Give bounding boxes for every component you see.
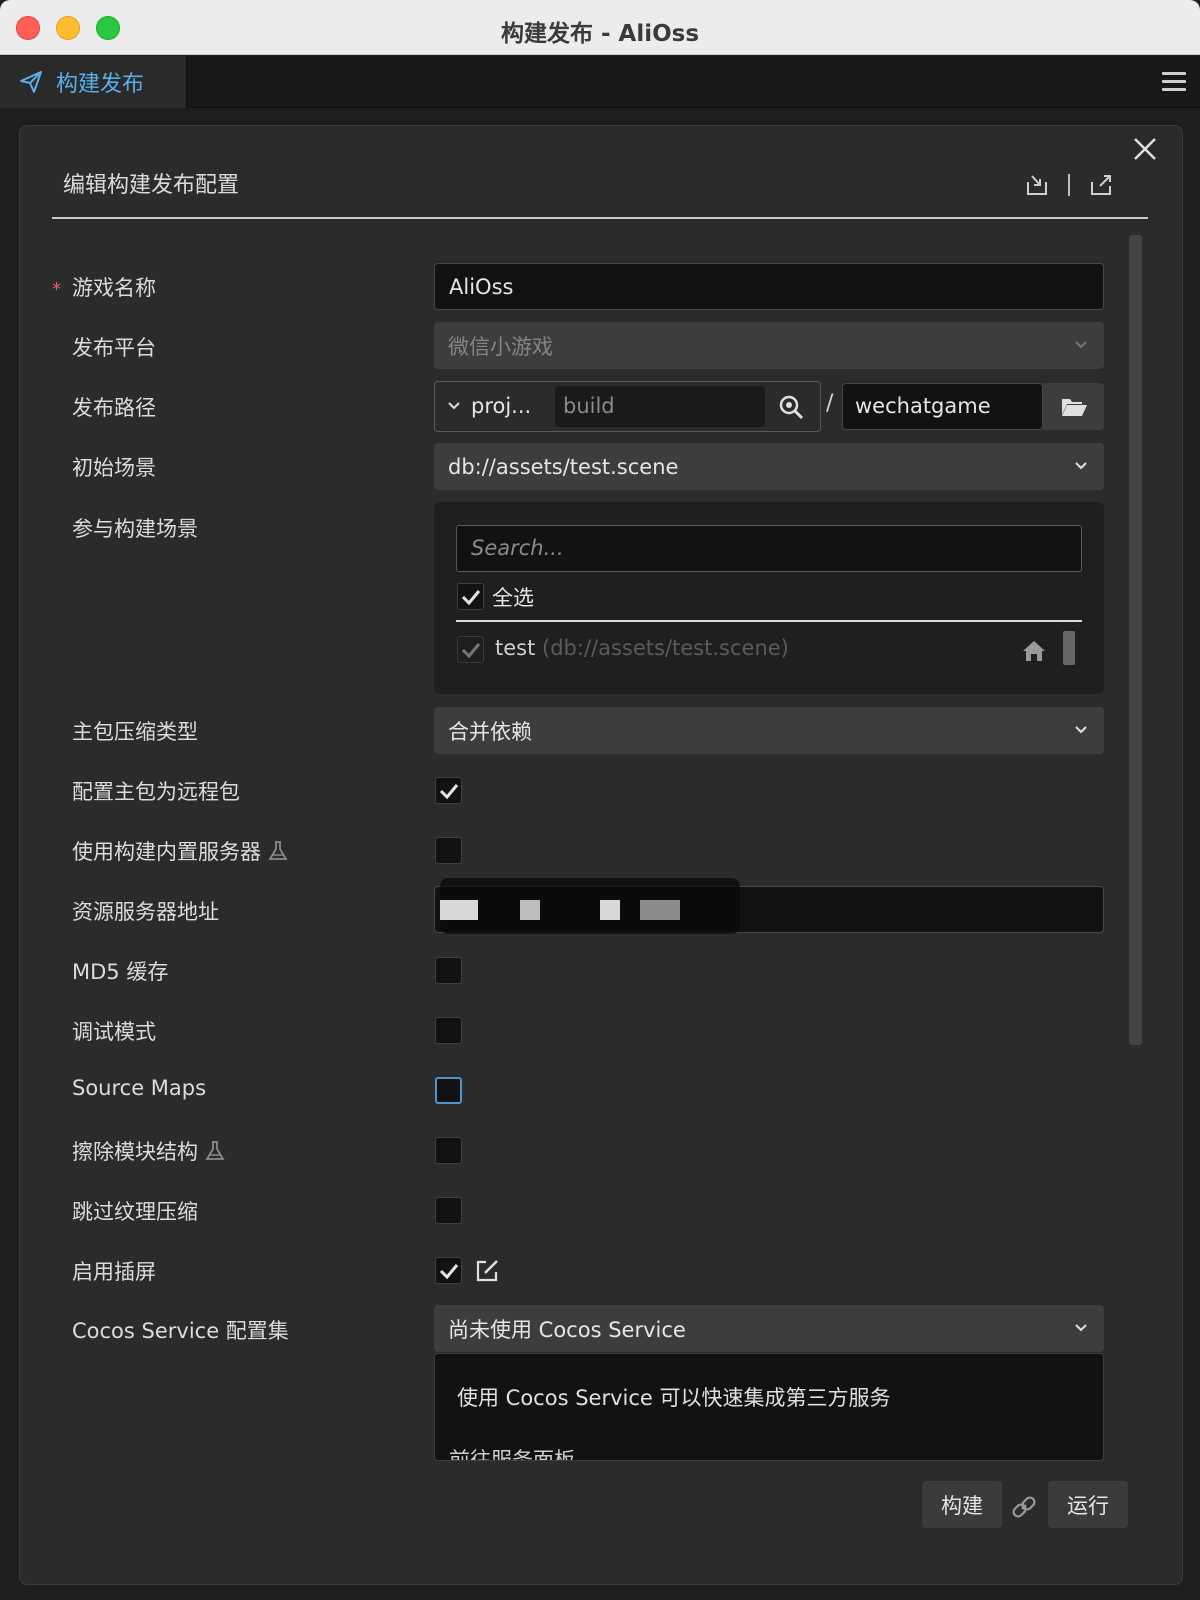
path-root-selector[interactable]: proj... build [434,381,821,432]
path-prefix-label: proj... [471,394,532,418]
remote-main-label: 配置主包为远程包 [72,780,240,804]
cocos-service-info: 使用 Cocos Service 可以快速集成第三方服务 [457,1386,891,1410]
run-button[interactable]: 运行 [1048,1481,1128,1528]
required-mark: * [52,279,61,300]
panel-title: 编辑构建发布配置 [63,173,240,198]
tab-build-publish[interactable]: 构建发布 [0,56,187,108]
build-button[interactable]: 构建 [922,1481,1002,1528]
redaction-block [440,900,478,920]
compression-label: 主包压缩类型 [72,720,198,744]
link-icon[interactable] [1010,1493,1038,1521]
path-name-input[interactable]: wechatgame [842,383,1043,430]
scene-list-scrollbar[interactable] [1063,631,1075,665]
source-maps-checkbox[interactable] [435,1077,462,1104]
path-label: 发布路径 [72,396,156,420]
remote-main-checkbox[interactable] [435,777,462,804]
window-title: 构建发布 - AliOss [500,21,700,47]
chevron-down-icon [1075,726,1087,734]
header-separator [1068,174,1070,196]
scene-item[interactable]: test (db://assets/test.scene) [495,636,789,660]
redaction-block [520,900,540,920]
open-folder-button[interactable] [1043,383,1104,430]
path-folder-input[interactable]: build [555,386,765,427]
cocos-service-label: Cocos Service 配置集 [72,1319,289,1343]
splash-checkbox[interactable] [435,1257,462,1284]
builtin-server-label: 使用构建内置服务器 [72,840,261,864]
erase-modules-row-label: 擦除模块结构 [72,1136,226,1166]
skip-texture-checkbox[interactable] [435,1197,462,1224]
hamburger-menu-icon[interactable] [1162,72,1186,92]
checkmark-icon [439,1264,459,1280]
paper-plane-icon [20,71,42,93]
header-divider [52,217,1148,219]
start-scene-select[interactable]: db://assets/test.scene [434,443,1104,490]
panel-footer [20,1462,1182,1584]
redaction-smudge [440,878,740,934]
source-maps-label: Source Maps [72,1076,207,1100]
checkmark-icon [461,643,481,659]
chevron-down-icon [1075,341,1087,349]
builtin-server-checkbox[interactable] [435,837,462,864]
scenes-label: 参与构建场景 [72,517,198,541]
experimental-flask-icon [205,1141,225,1160]
game-name-label: 游戏名称 [72,276,156,300]
cocos-service-select[interactable]: 尚未使用 Cocos Service [434,1305,1104,1352]
chevron-down-icon [448,402,460,410]
md5-checkbox[interactable] [435,957,462,984]
start-scene-label: 初始场景 [72,456,156,480]
platform-select[interactable]: 微信小游戏 [434,322,1104,369]
chevron-down-icon [1075,1324,1087,1332]
splash-label: 启用插屏 [72,1260,156,1284]
select-all-label: 全选 [492,586,534,610]
skip-texture-label: 跳过纹理压缩 [72,1200,198,1224]
home-icon[interactable] [1021,639,1047,663]
edit-icon[interactable] [474,1258,500,1284]
erase-modules-label: 擦除模块结构 [72,1140,198,1164]
md5-label: MD5 缓存 [72,960,169,984]
server-address-label: 资源服务器地址 [72,900,219,924]
cocos-service-value: 尚未使用 Cocos Service [448,1317,686,1342]
export-config-icon[interactable] [1088,172,1114,198]
debug-label: 调试模式 [72,1020,156,1044]
select-all-checkbox[interactable] [457,583,484,610]
scene-item-path: (db://assets/test.scene) [542,636,789,660]
start-scene-value: db://assets/test.scene [448,454,679,479]
checkmark-icon [439,784,459,800]
search-icon[interactable] [777,393,805,421]
chevron-down-icon [1075,462,1087,470]
builtin-server-row-label: 使用构建内置服务器 [72,836,289,866]
checkmark-icon [461,590,481,606]
scene-search-input[interactable]: Search... [456,525,1082,572]
platform-label: 发布平台 [72,336,156,360]
cocos-service-info-box: 使用 Cocos Service 可以快速集成第三方服务 前往服务面板 [434,1353,1104,1461]
tab-bar: 构建发布 [0,56,1200,108]
folder-open-icon [1062,399,1087,416]
game-name-input[interactable]: AliOss [434,263,1104,310]
scene-list-divider [456,620,1082,622]
compression-value: 合并依赖 [448,719,532,744]
experimental-flask-icon [268,841,288,860]
close-icon[interactable] [1130,134,1160,164]
debug-checkbox[interactable] [435,1017,462,1044]
compression-select[interactable]: 合并依赖 [434,707,1104,754]
platform-value: 微信小游戏 [448,334,553,359]
redaction-block [600,900,620,920]
redaction-block [640,900,680,920]
import-config-icon[interactable] [1024,172,1050,198]
panel-scrollbar[interactable] [1129,235,1142,1045]
header-actions [1024,172,1114,198]
path-prefix[interactable]: proj... [447,394,531,418]
window-titlebar: 构建发布 - AliOss [0,0,1200,55]
erase-modules-checkbox[interactable] [435,1137,462,1164]
scene-item-checkbox[interactable] [457,636,484,663]
service-panel-link[interactable]: 前往服务面板 [449,1444,575,1460]
scene-item-name: test [495,636,536,660]
path-separator: / [826,391,834,416]
tab-label: 构建发布 [56,72,145,97]
